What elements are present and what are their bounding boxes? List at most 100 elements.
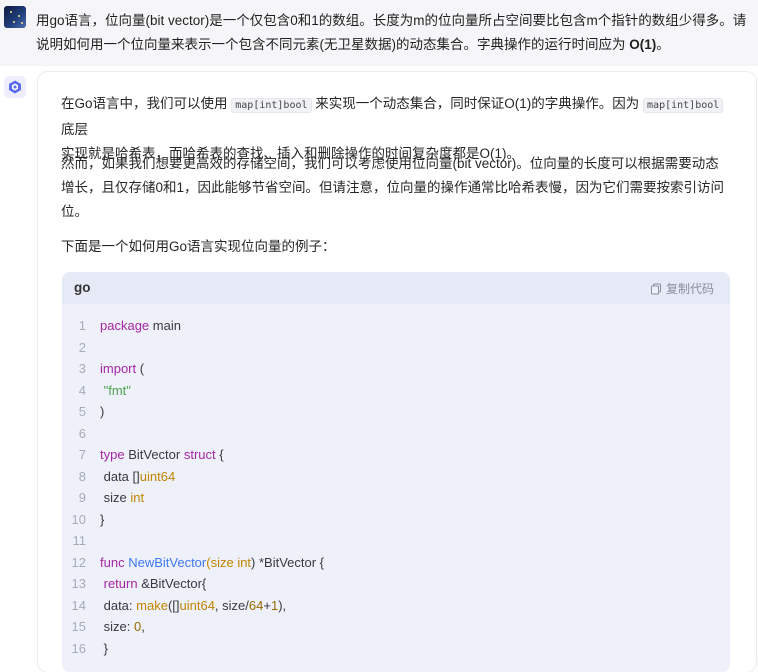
keyword: type bbox=[100, 447, 125, 462]
number-literal: 64 bbox=[248, 597, 264, 613]
code-language-label: go bbox=[74, 280, 91, 295]
paragraph-line: 然而，如果我们想要更高效的存储空间，我们可以考虑使用位向量(bit vector… bbox=[61, 156, 719, 171]
code-line: 11 bbox=[62, 530, 730, 552]
text-segment: 底层 bbox=[61, 122, 88, 137]
code-line: 8 data []uint64 bbox=[62, 466, 730, 488]
line-number: 10 bbox=[71, 511, 86, 527]
builtin-function: make bbox=[136, 597, 168, 613]
line-content: func NewBitVector(size int) *BitVector { bbox=[100, 552, 324, 574]
code-text: BitVector bbox=[124, 447, 184, 462]
assistant-logo-icon bbox=[9, 80, 21, 94]
line-content: data []uint64 bbox=[100, 466, 176, 488]
code-line: 13 return &BitVector{ bbox=[62, 573, 730, 595]
line-number: 6 bbox=[78, 425, 86, 441]
code-text: ), bbox=[278, 597, 287, 613]
code-line: 15 size: 0, bbox=[62, 616, 730, 638]
keyword: return bbox=[103, 576, 138, 591]
line-number: 16 bbox=[71, 640, 86, 656]
line-content: package main bbox=[100, 315, 181, 337]
code-block-header: go 复制代码 bbox=[62, 272, 730, 304]
code-line: 10} bbox=[62, 509, 730, 531]
user-message-row: 用go语言，位向量(bit vector)是一个仅包含0和1的数组。长度为m的位… bbox=[0, 0, 758, 66]
copy-code-button[interactable]: 复制代码 bbox=[650, 280, 714, 297]
line-content: import ( bbox=[100, 358, 144, 380]
text-segment: 在Go语言中，我们可以使用 bbox=[61, 96, 232, 111]
line-content: } bbox=[100, 511, 105, 527]
paragraph-line: 位。 bbox=[61, 204, 88, 219]
type-name: uint64 bbox=[179, 597, 215, 613]
line-number: 11 bbox=[72, 533, 87, 548]
type-name: int bbox=[237, 554, 252, 570]
line-number: 15 bbox=[71, 619, 86, 634]
code-text: &BitVector{ bbox=[137, 576, 207, 591]
user-message-text-segment: 。 bbox=[656, 37, 670, 52]
line-number: 12 bbox=[71, 554, 86, 570]
code-line: 7 type BitVector struct { bbox=[62, 444, 730, 466]
paragraph-line: 在Go语言中，我们可以使用 map[int]bool 来实现一个动态集合，同时保… bbox=[61, 92, 731, 142]
keyword: import bbox=[100, 361, 137, 376]
line-number: 13 bbox=[71, 576, 86, 591]
code-line: 2 bbox=[62, 337, 730, 359]
user-message-line-1: 用go语言，位向量(bit vector)是一个仅包含0和1的数组。长度为m的位… bbox=[36, 13, 747, 28]
code-line: 6 bbox=[62, 423, 730, 445]
inline-code: map[int]bool bbox=[231, 98, 312, 113]
code-text: { bbox=[215, 447, 224, 462]
keyword: package bbox=[100, 318, 150, 333]
code-line: 9 size int bbox=[62, 487, 730, 509]
line-number: 5 bbox=[78, 404, 86, 419]
paragraph-line: 增长，且仅存储0和1，因此能够节省空间。但请注意，位向量的操作通常比哈希表慢，因… bbox=[61, 180, 725, 195]
answer-paragraph-3: 下面是一个如何用Go语言实现位向量的例子： bbox=[61, 239, 336, 254]
code-text: size bbox=[100, 490, 131, 505]
line-number: 1 bbox=[78, 318, 86, 333]
text-segment: 来实现一个动态集合，同时保证O(1)的字典操作。因为 bbox=[311, 96, 644, 111]
code-text: + bbox=[263, 597, 271, 613]
inline-code: map[int]bool bbox=[643, 98, 724, 113]
copy-code-label: 复制代码 bbox=[665, 282, 714, 296]
code-line: 16 } bbox=[62, 638, 730, 660]
line-number: 14 bbox=[71, 597, 86, 613]
complexity-bold: O(1) bbox=[629, 37, 657, 52]
line-number: 4 bbox=[78, 382, 86, 398]
code-text: main bbox=[149, 318, 181, 333]
line-number: 7 bbox=[78, 447, 86, 462]
keyword: struct bbox=[183, 447, 216, 462]
code-text: (size bbox=[206, 554, 238, 570]
user-message-text-segment: 说明如何用一个位向量来表示一个包含不同元素(无卫星数据)的动态集合。字典操作的运… bbox=[36, 37, 630, 52]
keyword: func bbox=[100, 554, 125, 570]
line-content: return &BitVector{ bbox=[100, 573, 207, 595]
answer-paragraph-2: 然而，如果我们想要更高效的存储空间，我们可以考虑使用位向量(bit vector… bbox=[61, 152, 731, 224]
line-content: } bbox=[100, 640, 108, 656]
line-number: 2 bbox=[78, 339, 86, 355]
code-line: 3 import ( bbox=[62, 358, 730, 380]
line-content: "fmt" bbox=[100, 380, 131, 402]
function-name: NewBitVector bbox=[128, 554, 207, 570]
code-text: ( bbox=[136, 361, 145, 376]
line-content: size: 0, bbox=[100, 616, 145, 638]
string-literal: "fmt" bbox=[103, 382, 131, 398]
code-line: 12 func NewBitVector(size int) *BitVector… bbox=[62, 552, 730, 574]
code-text: size: bbox=[100, 619, 134, 634]
type-name: int bbox=[130, 490, 145, 505]
code-text: data: bbox=[100, 597, 137, 613]
user-message-text: 用go语言，位向量(bit vector)是一个仅包含0和1的数组。长度为m的位… bbox=[36, 9, 754, 57]
code-line: 14 data: make([]uint64, size/64+1), bbox=[62, 595, 730, 617]
line-content: size int bbox=[100, 487, 144, 509]
code-text: ) *BitVector { bbox=[251, 554, 325, 570]
code-text: , bbox=[141, 619, 145, 634]
user-avatar bbox=[4, 6, 26, 28]
code-text: data [] bbox=[100, 468, 140, 484]
code-text: , size/ bbox=[214, 597, 249, 613]
code-line: 1 package main bbox=[62, 315, 730, 337]
code-line: 4 "fmt" bbox=[62, 380, 730, 402]
assistant-avatar bbox=[4, 76, 26, 98]
code-line: 5) bbox=[62, 401, 730, 423]
line-content: data: make([]uint64, size/64+1), bbox=[100, 595, 287, 617]
line-number: 9 bbox=[78, 490, 86, 505]
code-block: go 复制代码 1 package main 2 3 import ( 4 "fmt… bbox=[62, 272, 730, 672]
copy-icon bbox=[650, 283, 661, 294]
line-content: type BitVector struct { bbox=[100, 444, 224, 466]
type-name: uint64 bbox=[139, 468, 176, 484]
line-number: 8 bbox=[78, 468, 86, 484]
user-message-line-2: 说明如何用一个位向量来表示一个包含不同元素(无卫星数据)的动态集合。字典操作的运… bbox=[36, 33, 754, 57]
line-number: 3 bbox=[78, 361, 86, 376]
